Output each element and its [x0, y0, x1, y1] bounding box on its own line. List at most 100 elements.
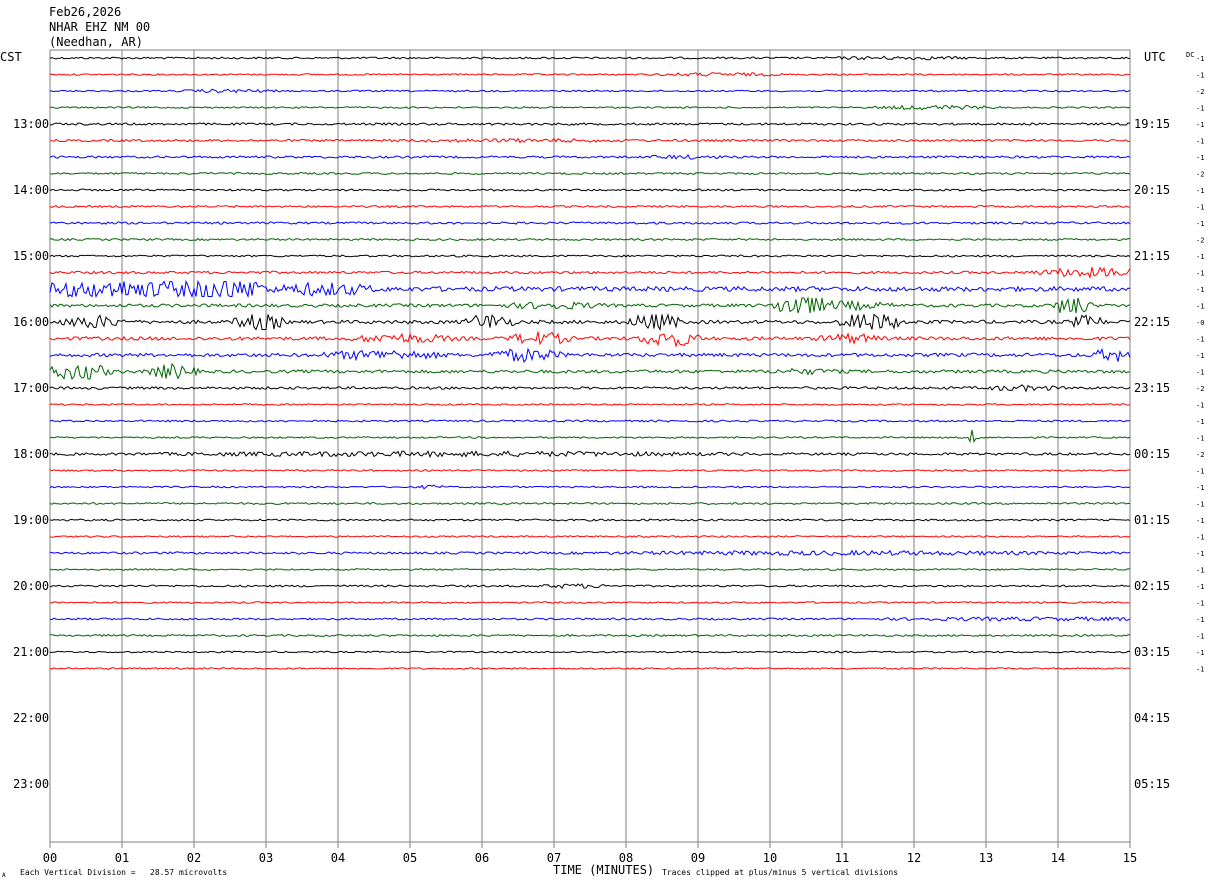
dc-offset-label: -1 [1196, 517, 1204, 525]
x-tick-label: 12 [907, 851, 921, 865]
dc-offset-label: -1 [1196, 616, 1204, 624]
footer-mark: A [2, 872, 6, 879]
x-tick-label: 14 [1051, 851, 1065, 865]
seismic-trace [49, 419, 1131, 423]
dc-offset-label: -2 [1196, 237, 1204, 245]
seismic-trace [49, 469, 1130, 472]
seismic-trace [49, 55, 1131, 61]
x-tick-label: 00 [43, 851, 57, 865]
dc-offset-label: -1 [1196, 105, 1204, 113]
clip-note: Traces clipped at plus/minus 5 vertical … [662, 868, 898, 877]
left-hour-label: 20:00 [13, 579, 49, 593]
seismic-trace [49, 153, 1131, 160]
seismic-trace [49, 535, 1131, 538]
seismic-trace [49, 450, 1131, 459]
dc-offset-label: -1 [1196, 567, 1204, 575]
seismic-trace [49, 188, 1131, 192]
dc-offset-label: -1 [1196, 649, 1204, 657]
right-hour-label: 00:15 [1134, 447, 1170, 461]
seismic-trace [49, 347, 1131, 363]
dc-offset-label: -1 [1196, 484, 1204, 492]
dc-offset-label: -1 [1196, 501, 1204, 509]
x-tick-label: 05 [403, 851, 417, 865]
seismic-trace [49, 331, 1131, 348]
x-tick-label: 13 [979, 851, 993, 865]
dc-offset-label: -1 [1196, 435, 1204, 443]
dc-offset-label: -1 [1196, 534, 1204, 542]
helicorder-chart: Feb26,2026 NHAR EHZ NM 00 (Needhan, AR) … [0, 5, 1204, 879]
left-hour-label: 16:00 [13, 315, 49, 329]
dc-offset-label: -1 [1196, 550, 1204, 558]
header-station: NHAR EHZ NM 00 [49, 20, 150, 34]
left-hour-label: 19:00 [13, 513, 49, 527]
seismic-trace [49, 313, 1131, 332]
dc-offset-label: -1 [1196, 204, 1204, 212]
dc-offset-label: -1 [1196, 336, 1204, 344]
dc-offset-label: -1 [1196, 72, 1204, 80]
left-hour-label: 23:00 [13, 777, 49, 791]
left-hour-label: 13:00 [13, 117, 49, 131]
seismic-trace [49, 362, 1131, 381]
right-hour-label: 03:15 [1134, 645, 1170, 659]
right-hour-label: 19:15 [1134, 117, 1170, 131]
seismic-trace [49, 72, 1131, 77]
dc-offset-label: -2 [1196, 451, 1204, 459]
dc-offset-label: -2 [1196, 171, 1204, 179]
dc-offset-label: -1 [1196, 220, 1204, 228]
dc-offset-label: -1 [1196, 369, 1204, 377]
x-tick-label: 04 [331, 851, 345, 865]
scale-note: Each Vertical Division = 28.57 microvolt… [20, 868, 227, 877]
left-hour-label: 15:00 [13, 249, 49, 263]
right-hour-label: 22:15 [1134, 315, 1170, 329]
left-hour-label: 22:00 [13, 711, 49, 725]
dc-offset-label: -2 [1196, 385, 1204, 393]
seismic-trace [49, 122, 1131, 126]
right-hour-label: 02:15 [1134, 579, 1170, 593]
seismic-trace [49, 266, 1131, 280]
dc-offset-label: -1 [1196, 286, 1204, 294]
dc-offset-label: -1 [1196, 55, 1204, 63]
seismic-trace [49, 568, 1131, 571]
right-hour-label: 01:15 [1134, 513, 1170, 527]
x-tick-label: 01 [115, 851, 129, 865]
x-tick-label: 06 [475, 851, 489, 865]
right-hour-label: 05:15 [1134, 777, 1170, 791]
x-tick-label: 11 [835, 851, 849, 865]
header-date: Feb26,2026 [49, 5, 121, 19]
seismic-trace [49, 484, 1131, 490]
right-hour-label: 20:15 [1134, 183, 1170, 197]
seismic-trace [49, 221, 1131, 225]
dc-offset-label: -1 [1196, 600, 1204, 608]
left-hour-label: 21:00 [13, 645, 49, 659]
seismic-trace [49, 137, 1131, 144]
dc-offset-label: -1 [1196, 187, 1204, 195]
x-tick-label: 10 [763, 851, 777, 865]
x-tick-label: 15 [1123, 851, 1137, 865]
x-tick-label: 02 [187, 851, 201, 865]
dc-offset-label: -1 [1196, 418, 1204, 426]
seismic-trace [49, 88, 1131, 94]
seismic-trace [49, 549, 1131, 557]
left-hour-label: 18:00 [13, 447, 49, 461]
plot-frame [49, 49, 1131, 843]
seismic-trace [49, 204, 1130, 209]
dc-offset-label: -1 [1196, 583, 1204, 591]
seismic-trace [49, 650, 1131, 654]
dc-offset-label: -1 [1196, 154, 1204, 162]
dc-offset-label: -1 [1196, 138, 1204, 146]
seismic-trace [49, 633, 1131, 638]
x-tick-label: 09 [691, 851, 705, 865]
seismic-trace [49, 518, 1131, 522]
x-axis-label: TIME (MINUTES) [553, 863, 654, 877]
right-hour-label: 04:15 [1134, 711, 1170, 725]
seismic-trace [49, 429, 1131, 443]
dc-offset-label: -1 [1196, 402, 1204, 410]
seismic-trace [49, 403, 1131, 406]
seismic-trace [49, 104, 1131, 111]
dc-offset-label: -1 [1196, 666, 1204, 674]
dc-offset-label: -1 [1196, 303, 1204, 311]
right-hour-label: 23:15 [1134, 381, 1170, 395]
dc-offset-label: -1 [1196, 270, 1204, 278]
right-timezone-label: UTC [1144, 50, 1166, 64]
header-location: (Needhan, AR) [49, 35, 143, 49]
